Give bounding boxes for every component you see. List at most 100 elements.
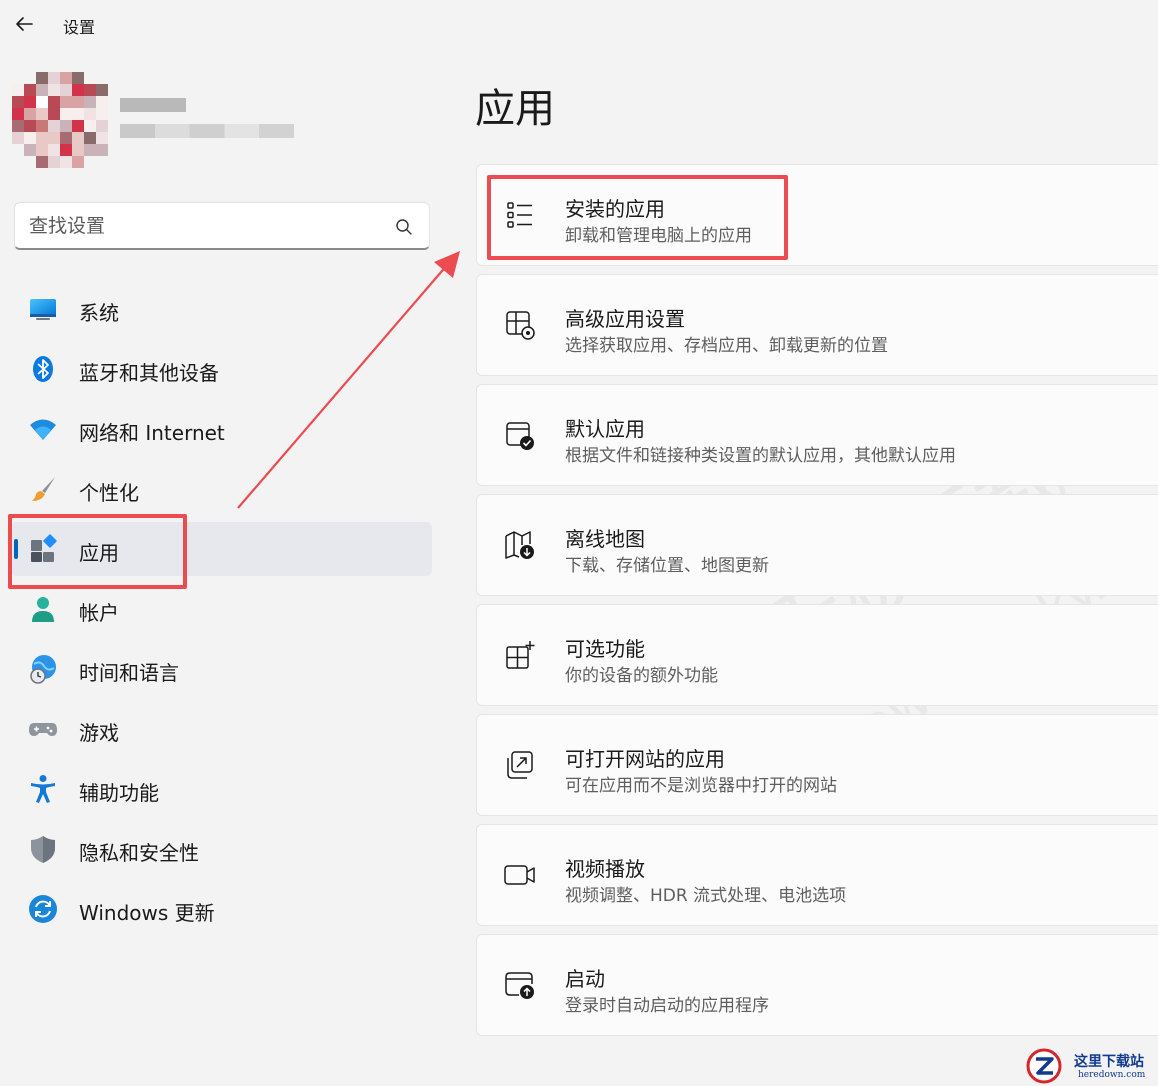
avatar-pixel [48, 96, 60, 108]
card-startup[interactable]: 启动 登录时自动启动的应用程序 [476, 934, 1158, 1036]
logo-text: 这里下载站 [1074, 1054, 1144, 1070]
avatar-pixel [36, 108, 48, 120]
avatar-pixel [84, 144, 96, 156]
avatar-pixel [36, 72, 48, 84]
card-subtitle: 登录时自动启动的应用程序 [565, 996, 769, 1016]
apps-icon [31, 534, 57, 562]
avatar-pixel [84, 120, 96, 132]
accessibility-icon [31, 775, 55, 803]
card-subtitle: 选择获取应用、存档应用、卸载更新的位置 [565, 336, 888, 356]
sidebar-item-gaming[interactable]: 游戏 [10, 702, 432, 756]
profile-email-redacted [120, 124, 294, 138]
sidebar-item-label: 蓝牙和其他设备 [79, 361, 219, 385]
sidebar-item-privacy[interactable]: 隐私和安全性 [10, 822, 432, 876]
avatar-pixel [60, 72, 72, 84]
sidebar-item-label: 游戏 [79, 721, 119, 745]
avatar-pixel [72, 84, 84, 96]
sidebar-item-network[interactable]: 网络和 Internet [10, 402, 432, 456]
card-title: 默认应用 [565, 417, 645, 441]
sidebar-item-label: Windows 更新 [79, 901, 215, 925]
card-title: 高级应用设置 [565, 307, 685, 331]
avatar-pixel [84, 96, 96, 108]
sidebar-item-accessibility[interactable]: 辅助功能 [10, 762, 432, 816]
title-bar: 设置 [0, 0, 1158, 48]
sidebar-nav: 系统 蓝牙和其他设备 网络和 Internet 个性化 应用 帐户 时间和语言 … [10, 282, 432, 942]
avatar-pixel [36, 132, 48, 144]
avatar-pixel [96, 96, 108, 108]
page-title: 应用 [475, 86, 555, 132]
avatar-pixel [96, 156, 108, 168]
optional-features-icon [506, 641, 535, 669]
card-default-apps[interactable]: 默认应用 根据文件和链接种类设置的默认应用，其他默认应用 [476, 384, 1158, 486]
avatar-pixel [48, 72, 60, 84]
avatar-pixel [72, 132, 84, 144]
avatar-pixel [96, 144, 108, 156]
sidebar-item-windows-update[interactable]: Windows 更新 [10, 882, 432, 936]
avatar-pixel [60, 144, 72, 156]
card-title: 可选功能 [565, 637, 645, 661]
avatar-pixel [84, 156, 96, 168]
avatar-pixel [84, 72, 96, 84]
avatar-pixel [12, 72, 24, 84]
avatar-pixel [96, 120, 108, 132]
card-optional-features[interactable]: 可选功能 你的设备的额外功能 [476, 604, 1158, 706]
sidebar-item-label: 应用 [79, 541, 119, 565]
avatar-pixel [60, 132, 72, 144]
card-subtitle: 下载、存储位置、地图更新 [565, 556, 769, 576]
search-input[interactable] [29, 213, 379, 239]
avatar-pixel [60, 84, 72, 96]
avatar-pixel [36, 96, 48, 108]
window-title: 设置 [63, 18, 96, 37]
search-icon[interactable] [395, 218, 413, 236]
sidebar-item-system[interactable]: 系统 [10, 282, 432, 336]
avatar-pixel [36, 84, 48, 96]
update-icon [29, 895, 57, 923]
card-installed-apps[interactable]: 安装的应用 卸载和管理电脑上的应用 [476, 164, 1158, 266]
avatar-pixel [12, 144, 24, 156]
card-apps-for-websites[interactable]: 可打开网站的应用 可在应用而不是浏览器中打开的网站 [476, 714, 1158, 816]
avatar-pixel [84, 108, 96, 120]
default-apps-icon [506, 422, 534, 450]
logo-url: heredown.com [1078, 1070, 1146, 1080]
app-settings-icon [506, 311, 535, 340]
avatar-pixel [48, 156, 60, 168]
avatar-pixel [60, 120, 72, 132]
avatar-pixel [60, 156, 72, 168]
back-arrow-icon [16, 17, 33, 31]
avatar-pixel [72, 108, 84, 120]
wifi-icon [30, 419, 56, 440]
avatar-pixel [60, 108, 72, 120]
avatar-pixel [48, 84, 60, 96]
avatar-pixel [12, 120, 24, 132]
sidebar-item-time-language[interactable]: 时间和语言 [10, 642, 432, 696]
bluetooth-icon [33, 356, 53, 382]
avatar [12, 72, 108, 168]
avatar-pixel [72, 156, 84, 168]
sidebar-item-apps[interactable]: 应用 [10, 522, 432, 576]
startup-icon [505, 972, 534, 999]
card-advanced-app-settings[interactable]: 高级应用设置 选择获取应用、存档应用、卸载更新的位置 [476, 274, 1158, 376]
sidebar-item-personalization[interactable]: 个性化 [10, 462, 432, 516]
avatar-pixel [36, 120, 48, 132]
avatar-pixel [72, 72, 84, 84]
avatar-pixel [48, 144, 60, 156]
card-title: 视频播放 [565, 857, 645, 881]
card-video-playback[interactable]: 视频播放 视频调整、HDR 流式处理、电池选项 [476, 824, 1158, 926]
sidebar-item-label: 隐私和安全性 [79, 841, 199, 865]
card-title: 安装的应用 [565, 197, 665, 221]
avatar-pixel [72, 120, 84, 132]
profile-name-redacted [120, 98, 186, 112]
sidebar-item-accounts[interactable]: 帐户 [10, 582, 432, 636]
avatar-pixel [24, 132, 36, 144]
gamepad-icon [29, 723, 57, 736]
card-offline-maps[interactable]: 离线地图 下载、存储位置、地图更新 [476, 494, 1158, 596]
sidebar-item-bluetooth[interactable]: 蓝牙和其他设备 [10, 342, 432, 396]
avatar-pixel [96, 72, 108, 84]
card-title: 离线地图 [565, 527, 645, 551]
search-box[interactable] [14, 202, 430, 250]
avatar-pixel [12, 96, 24, 108]
sidebar-item-label: 帐户 [79, 601, 119, 625]
sidebar-item-label: 时间和语言 [79, 661, 179, 685]
back-button[interactable] [12, 12, 36, 36]
sidebar-item-label: 系统 [79, 301, 119, 325]
